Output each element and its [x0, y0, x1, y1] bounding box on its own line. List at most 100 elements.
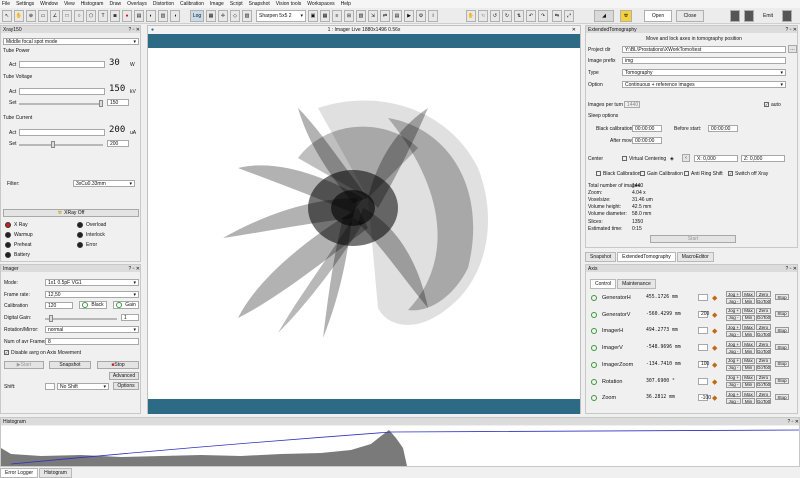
goto0-button[interactable]: GoTo0 [756, 381, 771, 388]
fit-icon[interactable]: ⤢ [564, 10, 574, 22]
close-button[interactable]: Close [676, 10, 704, 22]
contrast-slider-icon[interactable]: ◢ [594, 10, 614, 22]
image-prefix-input[interactable]: img [622, 57, 786, 64]
after-move-input[interactable]: 00:00:00 [632, 137, 662, 144]
goto0-button[interactable]: GoTo0 [756, 348, 771, 355]
voltage-set-input[interactable]: 150 [107, 99, 129, 106]
camera-icon[interactable]: ◙ [110, 10, 120, 22]
min-button[interactable]: Min [742, 314, 755, 321]
gain-button[interactable]: Gain [113, 301, 139, 309]
jog-minus-button[interactable]: Jog - [726, 298, 741, 304]
stop-square-icon-2[interactable] [744, 10, 754, 22]
menu-item[interactable]: View [64, 1, 75, 7]
digital-gain-input[interactable]: 1 [121, 314, 139, 321]
polygon-icon[interactable]: ⬠ [86, 10, 96, 22]
black-calibration-checkbox[interactable]: Black Calibration [596, 170, 641, 177]
export-icon[interactable]: ⇲ [368, 10, 378, 22]
browse-button[interactable]: … [788, 45, 797, 53]
axis-stop-button[interactable]: Stop [775, 310, 789, 317]
ellipse-icon[interactable]: ○ [74, 10, 84, 22]
record-icon[interactable]: ● [122, 10, 132, 22]
jog-plus-button[interactable]: Jog + [726, 341, 741, 348]
axis-step-input[interactable]: -100 [698, 394, 711, 402]
menu-item[interactable]: Help [341, 1, 351, 7]
current-slider[interactable] [19, 141, 103, 148]
x-coordinate[interactable]: X: 0,000 [694, 155, 738, 162]
gain-calibration-checkbox[interactable]: Gain Calibration [640, 170, 683, 177]
min-button[interactable]: Min [742, 381, 755, 388]
axis-step-input[interactable] [698, 377, 708, 385]
panel-controls-icon[interactable]: ? ▫ ✕ [785, 266, 797, 272]
frame-rate-select[interactable]: 12,50 ▾ [45, 291, 139, 298]
max-button[interactable]: Max [742, 374, 755, 381]
min-button[interactable]: Min [742, 298, 755, 304]
zero-button[interactable]: Zero [756, 391, 771, 398]
contrast-icon[interactable]: ◐ [146, 10, 156, 22]
stop-button[interactable]: ■ Stop [97, 361, 139, 369]
sharpen-select[interactable]: Sharpen 5x5 2 ▾ [256, 10, 306, 22]
axis-stop-button[interactable]: Stop [775, 394, 789, 401]
virtual-centering-checkbox[interactable]: Virtual Centering [622, 155, 666, 162]
menu-item[interactable]: File [2, 1, 10, 7]
max-button[interactable]: Max [742, 391, 755, 398]
axis-step-input[interactable] [698, 294, 708, 301]
menu-item[interactable]: Settings [16, 1, 34, 7]
axis-step-input[interactable] [698, 327, 708, 335]
jog-plus-button[interactable]: Jog + [726, 374, 741, 381]
switch-off-xray-checkbox[interactable]: ✓ Switch off Xray [728, 170, 768, 177]
max-button[interactable]: Max [742, 341, 755, 348]
zero-button[interactable]: Zero [756, 307, 771, 314]
goto0-button[interactable]: GoTo0 [756, 298, 771, 304]
images-per-turn-input[interactable]: 1440 [624, 101, 640, 108]
jog-plus-button[interactable]: Jog + [726, 291, 741, 297]
zoom-icon[interactable]: ⊕ [26, 10, 36, 22]
anti-ring-checkbox[interactable]: Anti Ring Shift [684, 170, 723, 177]
ruler-icon[interactable]: ▭ [38, 10, 48, 22]
stop-square-icon[interactable] [730, 10, 740, 22]
zero-button[interactable]: Zero [756, 324, 771, 331]
axis-step-input[interactable]: 200 [698, 310, 709, 318]
menu-item[interactable]: Window [40, 1, 58, 7]
emit-square-icon[interactable] [782, 10, 792, 22]
panel-controls-icon[interactable]: ? ▫ ✕ [787, 419, 799, 425]
goto0-button[interactable]: GoTo0 [756, 314, 771, 321]
compare-icon[interactable]: ⇄ [380, 10, 390, 22]
axis-step-input[interactable]: 100 [698, 360, 709, 368]
jog-minus-button[interactable]: Jog - [726, 348, 741, 355]
max-button[interactable]: Max [742, 307, 755, 314]
select-hand-icon[interactable]: ☜ [478, 10, 488, 22]
max-button[interactable]: Max [742, 357, 755, 364]
redo-icon[interactable]: ↷ [538, 10, 548, 22]
settings-icon[interactable]: ⚙ [416, 10, 426, 22]
tab-control[interactable]: Control [590, 279, 617, 289]
palette-icon[interactable]: ▨ [242, 10, 252, 22]
rect-icon[interactable]: □ [62, 10, 72, 22]
flip-icon[interactable]: ⇅ [514, 10, 524, 22]
jog-plus-button[interactable]: Jog + [726, 307, 741, 314]
zero-button[interactable]: Zero [756, 291, 771, 297]
hand-icon[interactable]: ✋ [14, 10, 24, 22]
stack-icon[interactable]: ▤ [392, 10, 402, 22]
zero-button[interactable]: Zero [756, 374, 771, 381]
move-diamond-icon[interactable]: ◆ [712, 378, 717, 386]
tab-maintenance[interactable]: Maintenance [617, 279, 656, 289]
digital-gain-slider[interactable] [45, 315, 117, 322]
menu-item[interactable]: Overlays [127, 1, 147, 7]
filter-select[interactable]: 3xCu0.33mm ▾ [73, 180, 135, 187]
undo-icon[interactable]: ↶ [526, 10, 536, 22]
sharpen-apply-icon[interactable]: ▣ [308, 10, 318, 22]
avr-frames-input[interactable]: 8 [45, 338, 139, 345]
text-icon[interactable]: T [98, 10, 108, 22]
menu-item[interactable]: Snapshot [249, 1, 270, 7]
move-diamond-icon[interactable]: ◆ [712, 311, 717, 319]
jog-plus-button[interactable]: Jog + [726, 391, 741, 398]
rotate-right-icon[interactable]: ↻ [502, 10, 512, 22]
zero-button[interactable]: Zero [756, 341, 771, 348]
radiation-icon[interactable]: ☢ [620, 10, 632, 22]
black-button[interactable]: Black [79, 301, 107, 309]
options-button[interactable]: Options [113, 382, 139, 390]
grab-hand-icon[interactable]: ✋ [466, 10, 476, 22]
levels-icon[interactable]: ▥ [158, 10, 168, 22]
histogram-icon[interactable]: ▤ [134, 10, 144, 22]
max-button[interactable]: Max [742, 324, 755, 331]
